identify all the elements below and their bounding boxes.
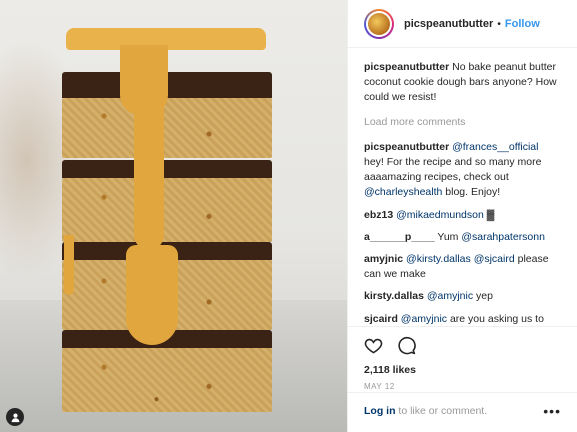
mention-link[interactable]: @charleyshealth [364, 186, 442, 198]
comment-item: a______p____ Yum @sarahpatersonn [364, 230, 561, 245]
comment-item: sjcaird @amyjnic are you asking us to ma… [364, 312, 561, 326]
comment-username[interactable]: ebz13 [364, 209, 393, 221]
header-username[interactable]: picspeanutbutter [404, 18, 493, 30]
comment-text: ▓ [483, 208, 495, 221]
load-more-comments-button[interactable]: Load more comments [364, 116, 561, 128]
heart-icon[interactable] [364, 336, 383, 358]
comments-list: picspeanutbutter No bake peanut butter c… [348, 48, 577, 326]
post-date[interactable]: MAY 12 [364, 382, 561, 391]
bar-layer-2 [62, 160, 272, 242]
comment-icon[interactable] [397, 336, 416, 358]
comment-text: Yum [437, 230, 462, 243]
post-side-panel: picspeanutbutter • Follow picspeanutbutt… [347, 0, 577, 432]
peanut-butter-drip [134, 100, 164, 250]
comment-text: yep [473, 290, 493, 303]
comment-username[interactable]: kirsty.dallas [364, 290, 424, 302]
caption-username[interactable]: picspeanutbutter [364, 61, 449, 73]
peanut-butter-drip [64, 235, 74, 295]
comment-username[interactable]: sjcaird [364, 313, 398, 325]
comment-item: ebz13 @mikaedmundson ▓ [364, 208, 561, 223]
bar-layer-4 [62, 330, 272, 412]
comment-container: picspeanutbutter @frances__official hey!… [364, 140, 561, 326]
mention-link[interactable]: @mikaedmundson [396, 209, 484, 221]
post-actions: 2,118 likes MAY 12 [348, 326, 577, 391]
comment-item: picspeanutbutter @frances__official hey!… [364, 140, 561, 201]
mention-link[interactable]: @amyjnic [427, 290, 473, 302]
login-hint-text: to like or comment. [395, 405, 488, 417]
mention-link[interactable]: @sjcaird [474, 253, 515, 265]
follow-button[interactable]: Follow [505, 18, 540, 30]
post-photo[interactable] [0, 0, 347, 432]
login-bar: Log in to like or comment. ••• [348, 392, 577, 429]
post-header: picspeanutbutter • Follow [348, 0, 577, 48]
comment-text: blog. Enjoy! [442, 186, 501, 199]
comment-username[interactable]: picspeanutbutter [364, 141, 449, 153]
more-options-icon[interactable]: ••• [543, 403, 561, 419]
avatar[interactable] [364, 8, 394, 39]
likes-count[interactable]: 2,118 likes [364, 364, 561, 376]
post-caption: picspeanutbutter No bake peanut butter c… [364, 60, 561, 106]
comment-text: hey! For the recipe and so many more aaa… [364, 155, 542, 184]
mention-link[interactable]: @kirsty.dallas [406, 253, 471, 265]
comment-username[interactable]: amyjnic [364, 253, 403, 265]
comment-username[interactable]: a______p____ [364, 231, 435, 243]
login-link[interactable]: Log in [364, 405, 396, 417]
mention-link[interactable]: @frances__official [452, 141, 538, 153]
user-tag-icon[interactable] [6, 408, 24, 426]
mention-link[interactable]: @amyjnic [401, 313, 447, 325]
comment-item: amyjnic @kirsty.dallas @sjcaird please c… [364, 252, 561, 282]
mention-link[interactable]: @sarahpatersonn [461, 231, 545, 243]
peanut-butter-drip [126, 245, 178, 345]
separator-dot: • [497, 17, 501, 30]
comment-item: kirsty.dallas @amyjnic yep [364, 289, 561, 304]
